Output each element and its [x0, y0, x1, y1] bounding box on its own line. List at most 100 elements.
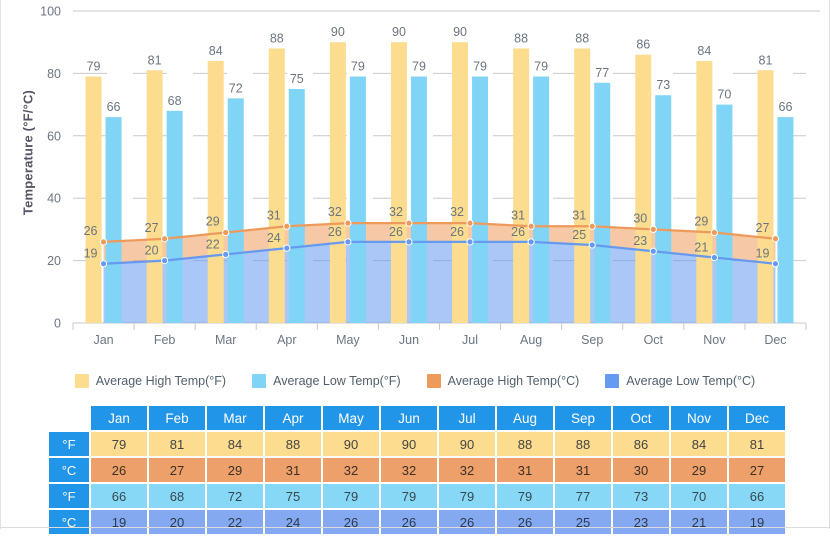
- bar-avg-low-temp-f: [594, 82, 611, 323]
- avg-low-temp-c-marker: [222, 250, 230, 258]
- bar-avg-high-temp-f-value-label: 90: [331, 25, 345, 39]
- avg-high-temp-c-marker: [344, 219, 352, 227]
- avg-high-temp-c-marker: [527, 222, 535, 230]
- x-axis-month-label: Aug: [520, 333, 542, 347]
- table-cell: 19: [91, 510, 147, 534]
- avg-low-temp-c-value-label: 22: [206, 237, 220, 251]
- bar-avg-low-temp-f-value-label: 68: [168, 94, 182, 108]
- legend-item[interactable]: Average High Temp(°F): [74, 374, 227, 388]
- avg-low-temp-c-marker: [344, 238, 352, 246]
- table-cell: 68: [149, 484, 205, 508]
- legend-item-label: Average High Temp(°F): [95, 374, 227, 388]
- temperature-chart: Temperature (°F/°C) 0 20 40 60 80 100 79 81 84 88…: [0, 0, 830, 360]
- x-axis-month-label: Jul: [462, 333, 478, 347]
- avg-high-temp-c-marker: [222, 228, 230, 237]
- bar-avg-low-temp-f-value-label: 77: [595, 66, 609, 80]
- table-month-header: Mar: [207, 406, 263, 430]
- table-cell: 20: [149, 510, 205, 534]
- table-month-header: Oct: [613, 406, 669, 430]
- x-axis-month-label: Jun: [399, 333, 419, 347]
- bar-avg-low-temp-f: [105, 117, 122, 323]
- bar-avg-high-temp-f-value-label: 86: [636, 38, 650, 52]
- table-cell: 84: [207, 432, 263, 456]
- table-cell: 31: [265, 458, 321, 482]
- x-axis-month-label: Mar: [215, 333, 237, 347]
- avg-low-temp-c-marker: [710, 253, 718, 262]
- table-row: °C 26 27 29 31 32 32 32 31 31 30 29 27: [49, 458, 785, 482]
- x-axis-month-label: Oct: [644, 333, 664, 347]
- avg-high-temp-c-value-label: 31: [267, 208, 281, 222]
- table-cell: 88: [555, 432, 611, 456]
- table-cell: 81: [729, 432, 785, 456]
- avg-low-temp-c-marker: [649, 247, 657, 255]
- table-cell: 79: [497, 484, 553, 508]
- table-cell: 26: [323, 510, 379, 534]
- table-row-header: °C: [49, 510, 89, 534]
- bar-avg-high-temp-f: [329, 42, 346, 323]
- bar-avg-low-temp-f: [777, 117, 794, 323]
- table-row-header: °F: [49, 432, 89, 456]
- legend-item[interactable]: Average Low Temp(°F): [252, 374, 401, 388]
- bar-avg-low-temp-f-value-label: 79: [473, 60, 487, 74]
- y-axis-tick-label: 60: [47, 129, 61, 143]
- avg-low-temp-c-marker: [161, 257, 169, 265]
- table-cell: 79: [91, 432, 147, 456]
- table-header-row: Jan Feb Mar Apr May Jun Jul Aug Sep Oct Nov Dec: [49, 406, 785, 430]
- legend-item-label: Average High Temp(°C): [447, 374, 580, 388]
- table-cell: 77: [555, 484, 611, 508]
- avg-high-temp-c-value-label: 31: [511, 208, 525, 222]
- table-cell: 30: [613, 458, 669, 482]
- x-axis-month-label: Dec: [764, 333, 786, 347]
- legend-item-label: Average Low Temp(°C): [626, 374, 756, 388]
- avg-low-temp-c-value-label: 26: [328, 225, 342, 239]
- table-corner-cell: [49, 406, 89, 430]
- table-cell: 32: [381, 458, 437, 482]
- bar-avg-low-temp-f: [533, 76, 550, 324]
- bar-avg-high-temp-f-value-label: 90: [392, 25, 406, 39]
- avg-low-temp-c-value-label: 26: [511, 225, 525, 239]
- avg-high-temp-c-marker: [283, 222, 291, 230]
- table-cell: 72: [207, 484, 263, 508]
- bar-avg-high-temp-f: [696, 60, 713, 324]
- x-axis-month-label: May: [336, 333, 360, 347]
- bar-avg-high-temp-f: [635, 54, 652, 324]
- table-cell: 31: [555, 458, 611, 482]
- legend-item[interactable]: Average High Temp(°C): [426, 374, 580, 388]
- table-cell: 26: [439, 510, 495, 534]
- chart-plot: 0 20 40 60 80 100 79 81 84 88 90 90 90 88 88 86 84 81 66 68…: [40, 5, 820, 347]
- table-cell: 88: [497, 432, 553, 456]
- table-cell: 90: [439, 432, 495, 456]
- bar-avg-high-temp-f-value-label: 90: [453, 25, 467, 39]
- avg-low-temp-c-value-label: 25: [572, 228, 586, 242]
- bar-avg-low-temp-f: [716, 104, 733, 323]
- legend-item[interactable]: Average Low Temp(°C): [605, 374, 755, 388]
- table-cell: 27: [149, 458, 205, 482]
- page-bottom-border: [0, 527, 830, 528]
- avg-high-temp-c-value-label: 29: [694, 215, 708, 229]
- x-axis-month-label: Jan: [93, 333, 113, 347]
- avg-low-temp-c-value-label: 19: [756, 247, 770, 261]
- table-cell: 32: [439, 458, 495, 482]
- table-cell: 73: [613, 484, 669, 508]
- bar-avg-high-temp-f-value-label: 84: [697, 44, 711, 58]
- avg-low-temp-c-marker: [283, 244, 291, 252]
- avg-low-temp-c-value-label: 24: [267, 231, 281, 245]
- bar-avg-high-temp-f: [268, 48, 285, 323]
- table-row-header: °F: [49, 484, 89, 508]
- table-cell: 79: [381, 484, 437, 508]
- avg-high-temp-c-value-label: 27: [756, 221, 770, 235]
- avg-low-temp-c-value-label: 26: [389, 225, 403, 239]
- x-axis-month-label: Sep: [581, 333, 603, 347]
- table-cell: 90: [323, 432, 379, 456]
- bar-avg-low-temp-f: [410, 76, 427, 324]
- bar-avg-high-temp-f: [390, 42, 407, 323]
- legend-color-swatch: [426, 374, 441, 388]
- bar-avg-low-temp-f-value-label: 79: [351, 60, 365, 74]
- table-cell: 88: [265, 432, 321, 456]
- table-month-header: May: [323, 406, 379, 430]
- avg-high-temp-c-marker: [588, 222, 596, 230]
- bar-avg-high-temp-f-value-label: 81: [759, 53, 773, 67]
- bar-avg-low-temp-f: [655, 95, 672, 324]
- table-month-header: Dec: [729, 406, 785, 430]
- table-cell: 86: [613, 432, 669, 456]
